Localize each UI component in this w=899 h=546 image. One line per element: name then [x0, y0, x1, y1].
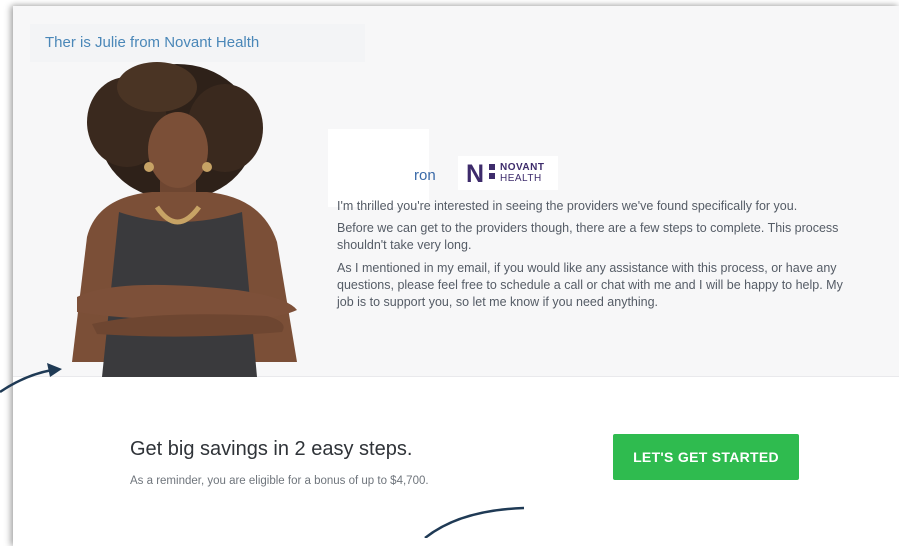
get-started-button[interactable]: LET'S GET STARTED [613, 434, 799, 480]
hero-section: Ther is Julie from Novant Health ron N N… [13, 6, 899, 377]
advisor-photo [72, 62, 297, 377]
cta-title: Get big savings in 2 easy steps. [130, 438, 413, 460]
message-paragraph-2: Before we can get to the providers thoug… [337, 221, 839, 252]
onboarding-card: Ther is Julie from Novant Health ron N N… [13, 6, 899, 546]
message-paragraph-1: I'm thrilled you're interested in seeing… [337, 199, 798, 213]
novant-logo-icon: N [466, 160, 485, 188]
cta-subtitle: As a reminder, you are eligible for a bo… [130, 475, 429, 487]
image-caption: Ther is Julie from Novant Health [30, 24, 365, 62]
novant-health-logo: N NOVANT HEALTH [458, 156, 558, 190]
advisor-name: ron [414, 167, 436, 184]
message-paragraph-3: As I mentioned in my email, if you would… [337, 261, 843, 309]
